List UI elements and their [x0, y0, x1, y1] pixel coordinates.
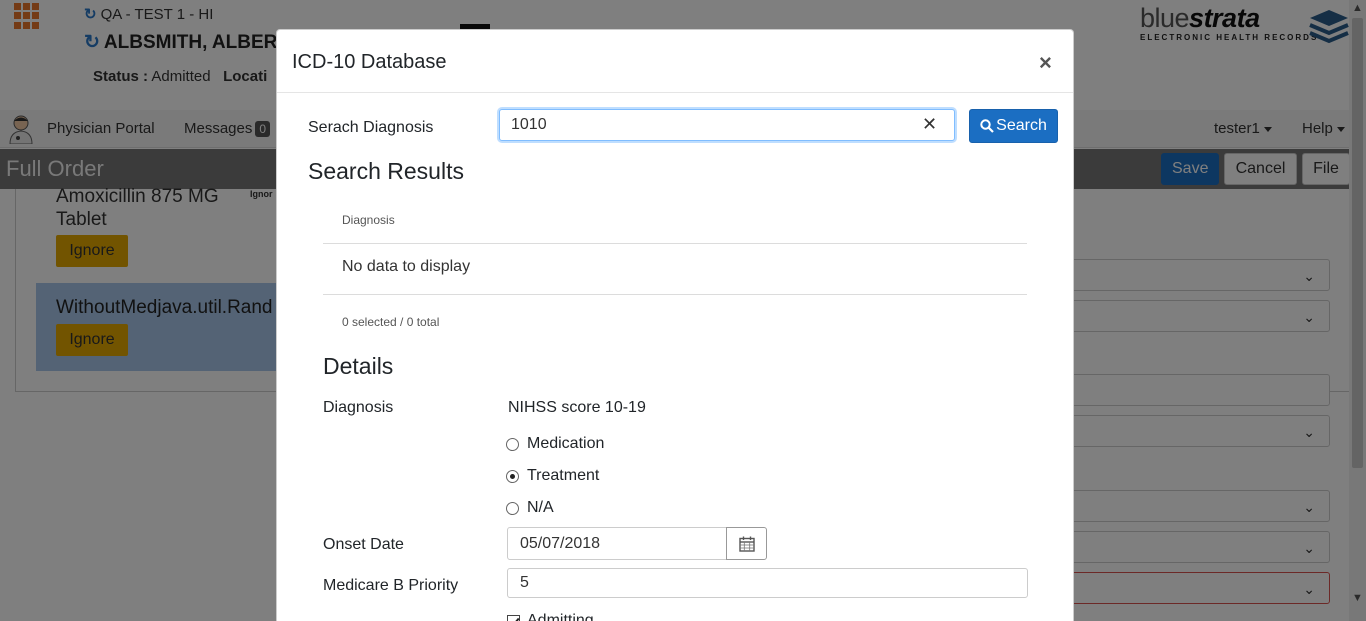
diagnosis-value: NIHSS score 10-19 [508, 399, 646, 416]
radio-medication[interactable]: Medication [506, 435, 604, 453]
diagnosis-label: Diagnosis [323, 399, 394, 416]
search-diagnosis-label: Serach Diagnosis [308, 119, 434, 136]
search-button-label: Search [996, 117, 1047, 134]
search-results-title: Search Results [308, 158, 464, 184]
radio-label-treatment: Treatment [527, 467, 600, 484]
radio-treatment[interactable]: Treatment [506, 467, 599, 485]
close-icon[interactable]: × [1039, 50, 1052, 76]
modal-header: ICD-10 Database × [277, 30, 1073, 93]
admitting-label: Admitting [527, 612, 594, 621]
search-button[interactable]: Search [969, 109, 1058, 143]
admitting-checkbox-row[interactable]: Admitting [507, 612, 594, 621]
onset-date-label: Onset Date [323, 536, 404, 553]
details-title: Details [323, 353, 394, 379]
calendar-button[interactable] [726, 527, 767, 560]
radio-button[interactable] [506, 437, 519, 451]
search-diagnosis-input[interactable] [499, 109, 955, 141]
icd10-modal: ICD-10 Database × Serach Diagnosis ✕ Sea… [276, 29, 1074, 621]
radio-label-medication: Medication [527, 435, 605, 452]
grid-divider [323, 294, 1027, 295]
results-empty-message: No data to display [342, 258, 471, 275]
modal-title: ICD-10 Database [292, 51, 447, 73]
clear-search-icon[interactable]: ✕ [922, 114, 937, 135]
onset-date-input[interactable] [507, 527, 727, 560]
radio-button-checked[interactable] [506, 469, 519, 483]
search-icon [980, 119, 994, 133]
results-selection-count: 0 selected / 0 total [342, 315, 440, 329]
medicare-priority-input[interactable] [507, 568, 1028, 598]
radio-button[interactable] [506, 501, 519, 515]
radio-na[interactable]: N/A [506, 499, 554, 517]
grid-divider [323, 243, 1027, 244]
results-column-diagnosis[interactable]: Diagnosis [342, 213, 395, 227]
calendar-icon [738, 536, 755, 552]
radio-label-na: N/A [527, 499, 554, 516]
medicare-priority-label: Medicare B Priority [323, 577, 459, 594]
admitting-checkbox[interactable] [507, 614, 520, 621]
